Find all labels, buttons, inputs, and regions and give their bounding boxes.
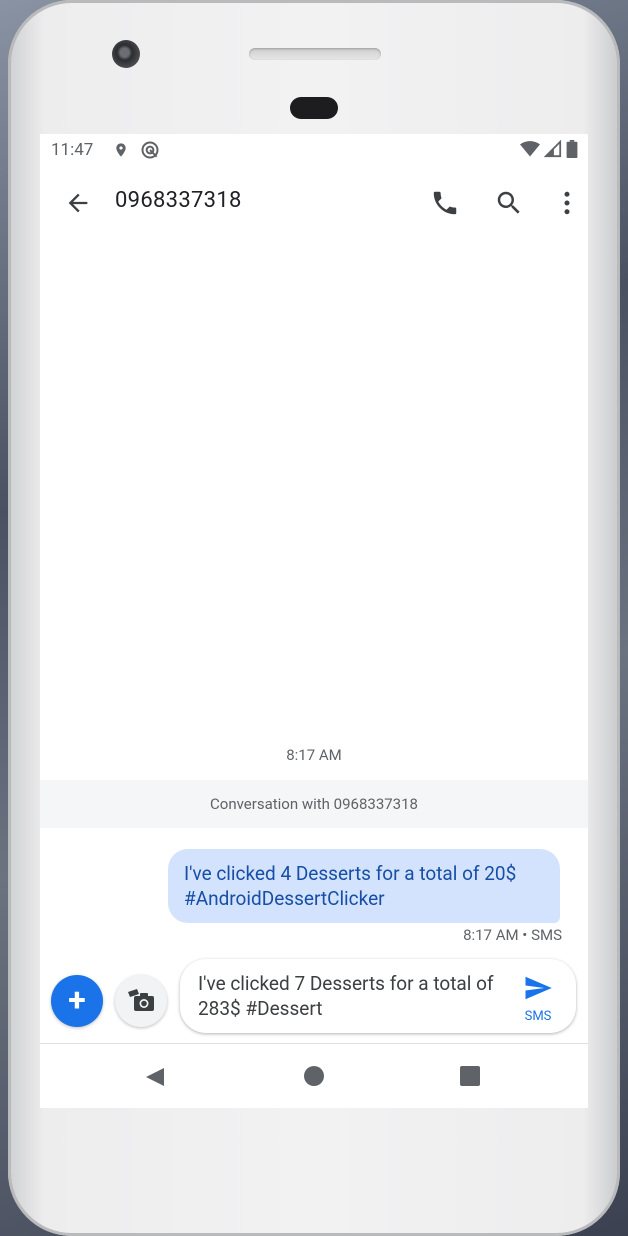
status-bar: 11:47: [40, 134, 588, 166]
nav-back-icon[interactable]: [144, 1066, 166, 1092]
sync-icon: [140, 140, 160, 165]
speaker-grille: [249, 48, 381, 60]
sent-message-bubble[interactable]: I've clicked 4 Desserts for a total of 2…: [168, 849, 560, 923]
gallery-camera-button[interactable]: [115, 975, 167, 1027]
location-icon: [113, 141, 129, 164]
back-arrow-icon[interactable]: [64, 189, 92, 217]
contact-title: 0968337318: [115, 188, 242, 213]
more-options-icon[interactable]: [552, 188, 582, 218]
nav-home-icon[interactable]: [304, 1066, 324, 1086]
phone-frame: 11:47 0968337318 8:17 AM Conversation wi…: [8, 0, 620, 1236]
front-camera: [112, 40, 140, 68]
search-icon[interactable]: [494, 188, 524, 218]
phone-call-icon[interactable]: [430, 188, 460, 218]
signal-icon: [543, 139, 562, 163]
status-time: 11:47: [51, 140, 94, 160]
nav-recents-icon[interactable]: [460, 1066, 480, 1086]
add-attachment-button[interactable]: +: [51, 975, 103, 1027]
app-toolbar: 0968337318: [40, 174, 588, 234]
battery-icon: [566, 140, 578, 163]
message-meta: 8:17 AM • SMS: [463, 926, 562, 944]
system-nav-bar: [40, 1044, 588, 1108]
send-button[interactable]: SMS: [518, 973, 558, 1025]
compose-input[interactable]: I've clicked 7 Desserts for a total of 2…: [198, 971, 508, 1021]
send-icon: [523, 973, 553, 1007]
earpiece: [290, 97, 338, 119]
compose-box[interactable]: I've clicked 7 Desserts for a total of 2…: [180, 959, 576, 1033]
camera-icon: [126, 987, 156, 1019]
conversation-banner: Conversation with 0968337318: [40, 780, 588, 828]
wifi-icon: [520, 140, 540, 163]
send-sms-label: SMS: [524, 1009, 552, 1024]
screen: 11:47 0968337318 8:17 AM Conversation wi…: [40, 134, 588, 1108]
message-timestamp: 8:17 AM: [286, 746, 342, 764]
